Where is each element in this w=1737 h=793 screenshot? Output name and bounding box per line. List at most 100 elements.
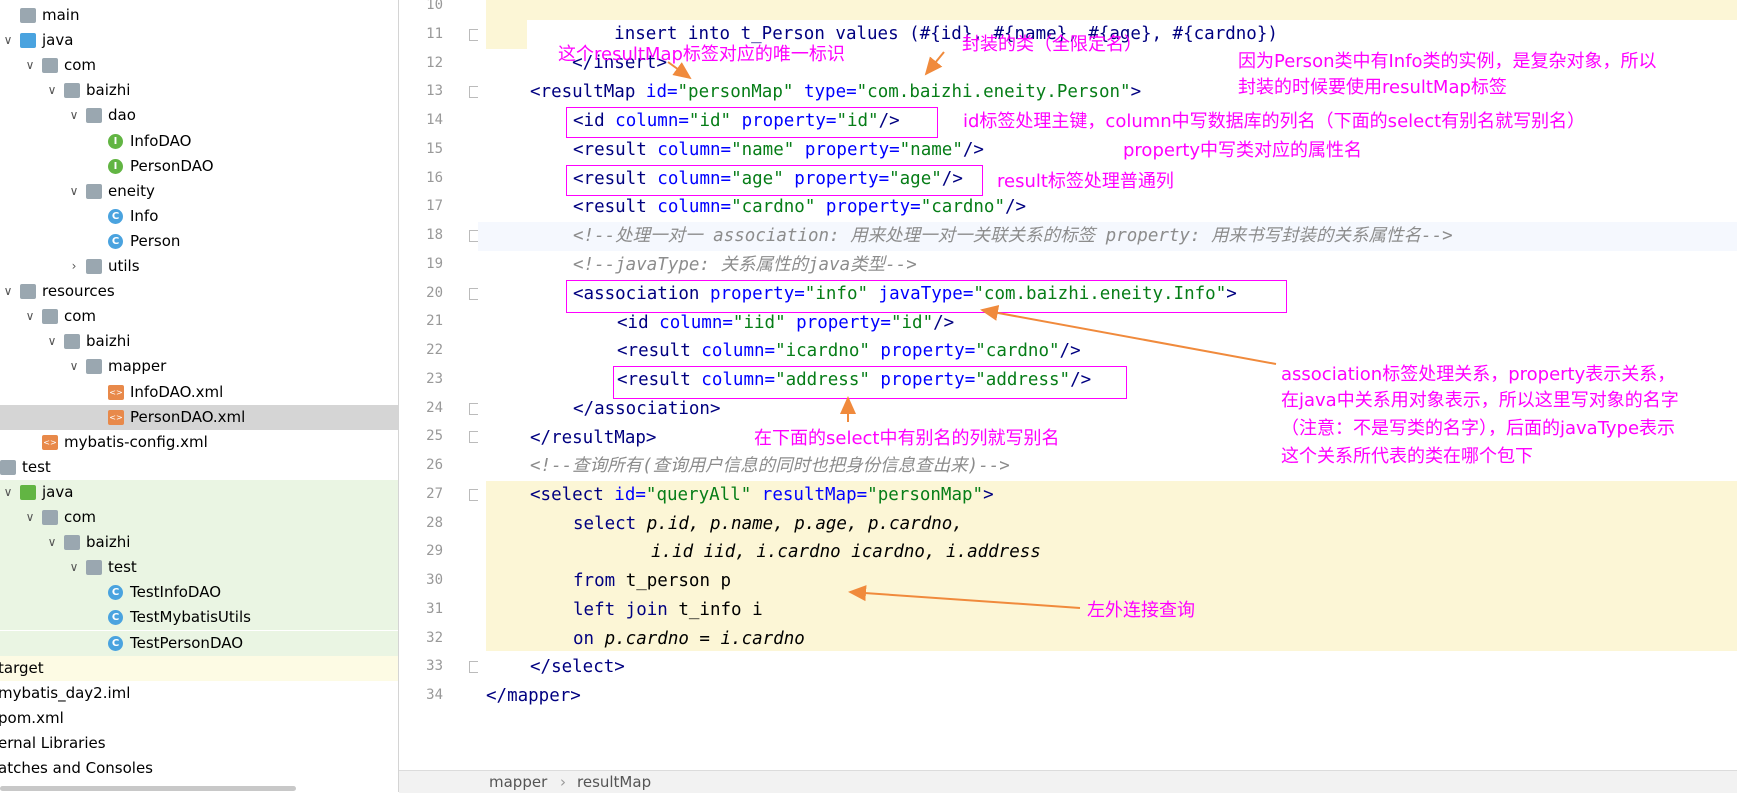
chevron-down-icon[interactable]: ∨ (24, 53, 36, 78)
value: "name" (731, 140, 795, 160)
tree-item-utils[interactable]: › utils (0, 254, 398, 279)
sql-table: t_person p (625, 571, 732, 591)
tree-item-resources[interactable]: ∨ resources (0, 279, 398, 304)
tree-item-label: Info (130, 206, 159, 225)
chevron-down-icon[interactable]: ∨ (46, 329, 58, 354)
tree-item-label: TestPersonDAO (130, 633, 244, 652)
annotation-alias: 在下面的select中有别名的列就写别名 (754, 428, 1060, 449)
tree-item-target[interactable]: target (0, 655, 398, 681)
package-icon (42, 309, 58, 325)
package-icon (86, 259, 102, 274)
sql-table: t_info i (678, 600, 763, 620)
highlight-box-association (566, 280, 1287, 313)
code-line-25: </resultMap> (530, 428, 657, 448)
tree-item-testpersondao[interactable]: C TestPersonDAO (0, 630, 398, 656)
tree-item-ernal-libraries[interactable]: ernal Libraries (0, 731, 398, 756)
value: "id" (890, 313, 934, 333)
line-number: 27 (426, 485, 443, 502)
tree-item-testmybatisutils[interactable]: C TestMybatisUtils (0, 605, 398, 631)
breadcrumb-item-resultmap[interactable]: resultMap (577, 771, 651, 793)
tag: <result (573, 197, 658, 217)
chevron-down-icon[interactable]: ∨ (24, 505, 36, 530)
breadcrumb-separator: › (560, 773, 566, 791)
tree-item-com[interactable]: ∨ com (0, 505, 398, 530)
tree-item-dao[interactable]: ∨ dao (0, 103, 398, 128)
tree-item-persondao[interactable]: I PersonDAO (0, 154, 398, 179)
horizontal-scrollbar[interactable] (0, 786, 296, 791)
code-line-28: select p.id, p.name, p.age, p.cardno, (573, 510, 963, 539)
chevron-down-icon[interactable]: ∨ (2, 279, 14, 304)
tree-item-main[interactable]: main (0, 3, 398, 28)
line-number: 24 (426, 399, 443, 416)
tree-item-baizhi[interactable]: ∨ baizhi (0, 530, 398, 556)
tag: <result (617, 341, 702, 361)
tree-item-java[interactable]: ∨ java (0, 28, 398, 53)
line-number: 32 (426, 629, 443, 646)
tree-item-infodao[interactable]: I InfoDAO (0, 129, 398, 154)
chevron-down-icon[interactable]: ∨ (46, 78, 58, 103)
tree-item-com[interactable]: ∨ com (0, 304, 398, 329)
chevron-down-icon[interactable]: ∨ (2, 480, 14, 505)
attr: id= (645, 82, 678, 102)
chevron-down-icon[interactable]: ∨ (46, 530, 58, 555)
tree-item-mybatis-day2-iml[interactable]: mybatis_day2.iml (0, 681, 398, 706)
attr: column= (657, 197, 732, 217)
tree-item-testinfodao[interactable]: C TestInfoDAO (0, 580, 398, 606)
chevron-down-icon[interactable]: ∨ (68, 179, 80, 204)
tree-item-persondao-xml[interactable]: <> PersonDAO.xml (0, 404, 398, 430)
interface-icon: I (108, 133, 123, 149)
tree-item-mybatis-config-xml[interactable]: <> mybatis-config.xml (0, 430, 398, 455)
sql-keyword: on (573, 629, 605, 649)
tree-item-pom-xml[interactable]: pom.xml (0, 706, 398, 731)
package-icon (42, 510, 58, 525)
line-number: 17 (426, 198, 443, 215)
project-tree[interactable]: main ∨ java ∨ com ∨ baizhi ∨ dao I InfoDAO I PersonD… (0, 0, 399, 792)
tree-item-person[interactable]: C Person (0, 229, 398, 254)
tree-item-eneity[interactable]: ∨ eneity (0, 179, 398, 204)
line-number: 31 (426, 600, 443, 617)
tree-item-test[interactable]: ∨ test (0, 555, 398, 581)
breadcrumb: mapper › resultMap (399, 770, 1737, 793)
source-folder-icon (20, 33, 36, 49)
attr: column= (701, 341, 776, 361)
tree-item-com[interactable]: ∨ com (0, 53, 398, 78)
tree-item-label: atches and Consoles (0, 759, 153, 777)
value: "iid" (732, 313, 786, 333)
line-number: 11 (426, 25, 443, 42)
tree-item-baizhi[interactable]: ∨ baizhi (0, 329, 398, 354)
tag: > (1130, 82, 1142, 102)
tree-item-label: mybatis-config.xml (64, 432, 208, 451)
annotation-left-join: 左外连接查询 (1087, 600, 1195, 621)
code-line-26: <!--查询所有(查询用户信息的同时也把身份信息查出来)--> (530, 456, 1010, 476)
chevron-down-icon[interactable]: ∨ (68, 354, 80, 379)
chevron-down-icon[interactable]: ∨ (2, 28, 14, 53)
interface-icon: I (108, 158, 123, 174)
attr: column= (657, 140, 732, 160)
code-line-31: left join t_info i (573, 596, 763, 625)
line-number: 14 (426, 112, 443, 128)
breadcrumb-item-mapper[interactable]: mapper (489, 771, 547, 793)
package-icon (86, 183, 102, 199)
value: "name" (899, 140, 963, 160)
chevron-down-icon[interactable]: ∨ (68, 103, 80, 128)
test-class-icon: C (108, 585, 123, 601)
tree-item-info[interactable]: C Info (0, 204, 398, 229)
annotation-association-1: association标签处理关系，property表示关系， (1281, 364, 1676, 385)
chevron-down-icon[interactable]: ∨ (68, 555, 80, 580)
tree-item-atches-and-consoles[interactable]: atches and Consoles (0, 756, 398, 781)
tree-item-infodao-xml[interactable]: <> InfoDAO.xml (0, 380, 398, 405)
value: "cardno" (920, 197, 1006, 217)
tree-item-mapper[interactable]: ∨ mapper (0, 354, 398, 379)
annotation-result-tag: result标签处理普通列 (997, 171, 1174, 192)
tree-item-label: test (22, 457, 51, 476)
chevron-right-icon[interactable]: › (68, 254, 80, 279)
line-number: 26 (426, 457, 443, 473)
tree-item-test[interactable]: test (0, 455, 398, 480)
tree-item-baizhi[interactable]: ∨ baizhi (0, 78, 398, 103)
package-icon (64, 535, 80, 551)
annotation-association-4: 这个关系所代表的类在哪个包下 (1281, 446, 1533, 467)
tree-item-java[interactable]: ∨ java (0, 479, 398, 505)
tree-item-label: InfoDAO.xml (130, 382, 224, 401)
tree-item-label: java (42, 482, 74, 501)
chevron-down-icon[interactable]: ∨ (24, 304, 36, 329)
